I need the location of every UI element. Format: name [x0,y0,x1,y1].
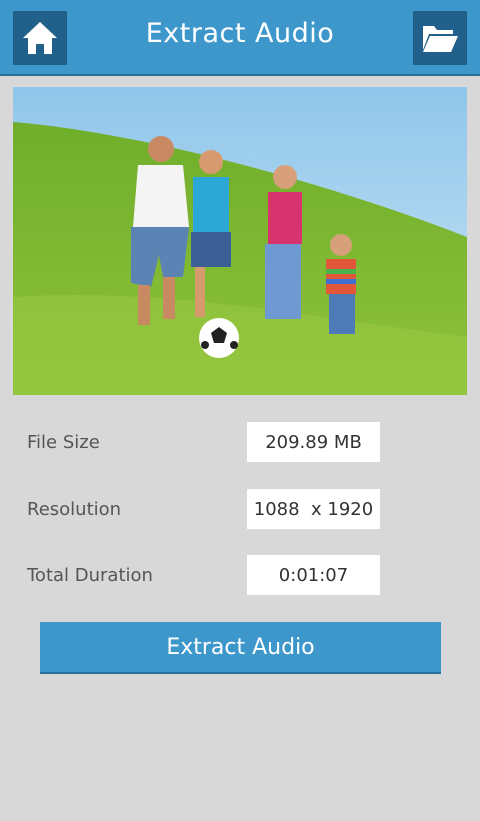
extract-audio-button[interactable]: Extract Audio [40,622,441,674]
resolution-value: 1088 x 1920 [247,489,380,529]
open-folder-button[interactable] [413,11,467,65]
resolution-label: Resolution [27,499,122,520]
duration-row: Total Duration 0:01:07 [0,555,480,595]
total-duration-value: 0:01:07 [247,555,380,595]
resolution-row: Resolution 1088 x 1920 [0,489,480,529]
page-title: Extract Audio [145,18,335,49]
app-header: Extract Audio [0,0,480,76]
file-size-value: 209.89 MB [247,422,380,462]
total-duration-label: Total Duration [27,565,153,586]
file-size-label: File Size [27,432,100,453]
file-size-row: File Size 209.89 MB [0,422,480,462]
video-thumbnail [13,87,467,395]
folder-open-icon [423,26,458,52]
